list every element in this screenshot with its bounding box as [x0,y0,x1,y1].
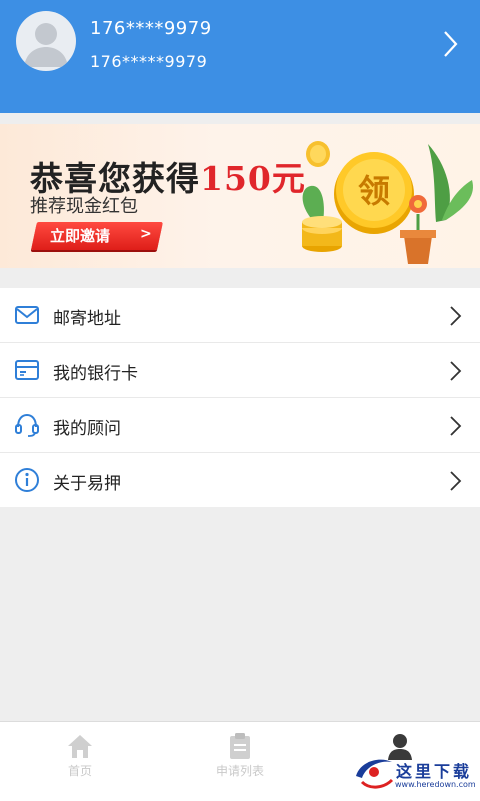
chevron-right-icon[interactable] [440,28,460,60]
menu-item-bank-card[interactable]: 我的银行卡 [0,343,480,398]
nav-label-applications: 申请列表 [215,764,264,778]
settings-menu: 邮寄地址 我的银行卡 我的顾问 关于易押 [0,288,480,507]
coin-plant-illustration: 领 [302,141,473,264]
chevron-right-icon [450,416,462,436]
phone-number-secondary: 176*****9979 [90,52,208,71]
chevron-right-icon [450,471,462,491]
menu-item-label: 我的银行卡 [53,364,138,384]
watermark-url: www.heredown.com [395,780,476,789]
menu-item-mailing-address[interactable]: 邮寄地址 [0,288,480,343]
watermark-logo-icon [356,759,394,789]
headset-icon [15,413,39,437]
chevron-right-icon [450,361,462,381]
banner-subtitle: 推荐现金红包 [30,196,138,217]
phone-number-primary: 176****9979 [90,18,212,39]
invite-button-label[interactable]: 立即邀请 [50,225,110,246]
default-avatar-icon [24,23,68,67]
mail-icon [15,306,39,324]
nav-home[interactable]: 首页 [0,722,160,801]
coin-character: 领 [358,172,390,210]
menu-item-label: 我的顾问 [53,419,121,439]
chevron-right-icon [450,306,462,326]
referral-banner[interactable]: 恭喜您获得150元 推荐现金红包 立即邀请 > 领 [0,124,480,268]
menu-item-label: 邮寄地址 [53,309,121,329]
home-icon [68,735,92,758]
menu-item-about[interactable]: 关于易押 [0,453,480,507]
banner-amount: 150元 [200,159,306,198]
nav-label-home: 首页 [67,764,92,778]
nav-applications[interactable]: 申请列表 [160,722,320,801]
profile-header[interactable]: 176****9979 176*****9979 [0,0,480,113]
invite-button-arrow: > [140,226,152,242]
watermark-text: 这里下载 [396,762,473,781]
avatar[interactable] [16,11,76,71]
info-icon [15,468,39,492]
clipboard-icon [230,733,250,759]
bank-card-icon [15,360,39,380]
menu-item-advisor[interactable]: 我的顾问 [0,398,480,453]
menu-item-label: 关于易押 [53,474,121,494]
